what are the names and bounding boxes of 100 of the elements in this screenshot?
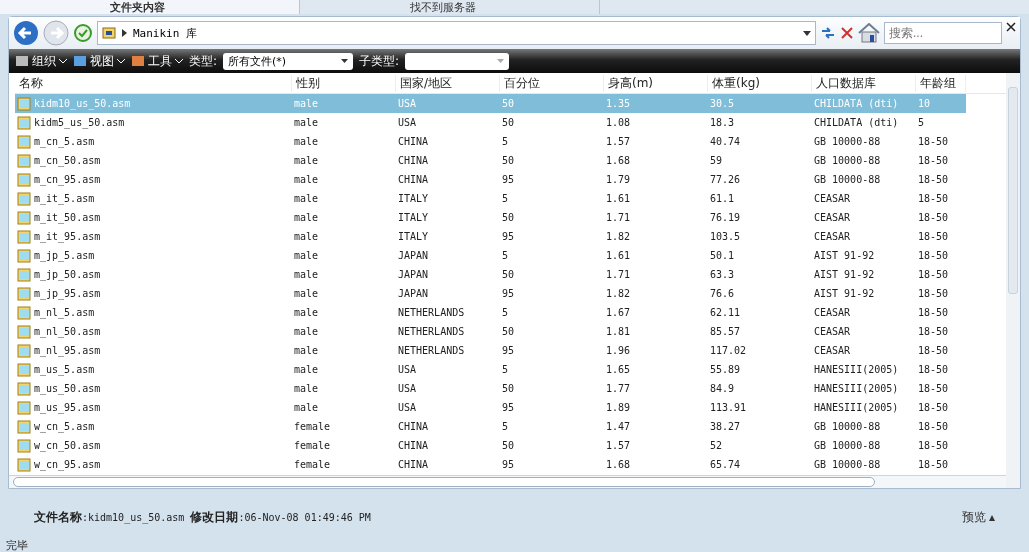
- toolbar-menu[interactable]: 工具: [131, 52, 183, 70]
- table-cell: male: [294, 231, 319, 242]
- file-row[interactable]: kidm5_us_50.asm male USA 50 1.08 18.3 CHILDATA (dti) 5: [15, 113, 966, 132]
- table-cell: 18-50: [918, 288, 949, 299]
- browser-tab[interactable]: 文件夹内容: [0, 0, 300, 14]
- type-dropdown[interactable]: 所有文件(*): [223, 52, 354, 70]
- toolbar-menu[interactable]: 组织: [15, 52, 67, 70]
- column-header[interactable]: 百分位: [500, 74, 604, 92]
- swap-icon[interactable]: [820, 25, 836, 41]
- file-row[interactable]: m_us_95.asm male USA 95 1.89 113.91 HANESIII(2005) 18-50: [15, 398, 966, 417]
- table-cell: m_jp_95.asm: [34, 288, 101, 299]
- file-row[interactable]: m_jp_95.asm male JAPAN 95 1.82 76.6 AIST 91-92 18-50: [15, 284, 966, 303]
- file-icon: [17, 96, 31, 111]
- file-icon: [17, 457, 31, 472]
- vertical-scrollbar[interactable]: [1006, 73, 1020, 488]
- table-cell: 65.74: [710, 459, 741, 470]
- close-icon[interactable]: [1006, 22, 1016, 32]
- table-cell: 18-50: [918, 136, 949, 147]
- table-cell: JAPAN: [398, 288, 429, 299]
- file-row[interactable]: m_cn_50.asm male CHINA 50 1.68 59 GB 10000-88 18-50: [15, 151, 966, 170]
- table-cell: 95: [502, 174, 515, 185]
- table-cell: 1.65: [606, 364, 631, 375]
- table-cell: m_it_50.asm: [34, 212, 101, 223]
- file-row[interactable]: w_cn_50.asm female CHINA 50 1.57 52 GB 10000-88 18-50: [15, 436, 966, 455]
- file-row[interactable]: w_cn_5.asm female CHINA 5 1.47 38.27 GB 10000-88 18-50: [15, 417, 966, 436]
- table-cell: 84.9: [710, 383, 735, 394]
- table-cell: 1.57: [606, 440, 631, 451]
- table-cell: 18-50: [918, 459, 949, 470]
- table-cell: JAPAN: [398, 269, 429, 280]
- column-header[interactable]: 国家/地区: [396, 74, 500, 92]
- file-icon: [17, 267, 31, 282]
- preview-button[interactable]: 预览 ▴: [956, 507, 1001, 527]
- file-row[interactable]: m_it_5.asm male ITALY 5 1.61 61.1 CEASAR 18-50: [15, 189, 966, 208]
- search-field[interactable]: 搜索...: [884, 22, 1002, 44]
- column-header[interactable]: 年龄组: [916, 74, 966, 92]
- column-header[interactable]: 体重(kg): [708, 74, 812, 92]
- column-header[interactable]: 名称: [15, 74, 292, 92]
- table-cell: 1.08: [606, 117, 631, 128]
- table-cell: 50: [502, 440, 515, 451]
- table-cell: CHINA: [398, 136, 429, 147]
- table-cell: 1.77: [606, 383, 631, 394]
- dropdown-icon[interactable]: [803, 30, 811, 36]
- file-row[interactable]: w_cn_95.asm female CHINA 95 1.68 65.74 GB 10000-88 18-50: [15, 455, 966, 474]
- table-cell: 1.71: [606, 212, 631, 223]
- table-cell: CEASAR: [814, 345, 851, 356]
- table-cell: m_us_5.asm: [34, 364, 95, 375]
- toolbar-menu[interactable]: 视图: [73, 52, 125, 70]
- table-cell: GB 10000-88: [814, 155, 881, 166]
- file-row[interactable]: m_nl_5.asm male NETHERLANDS 5 1.67 62.11 CEASAR 18-50: [15, 303, 966, 322]
- table-cell: 5: [502, 421, 509, 432]
- table-cell: HANESIII(2005): [814, 383, 899, 394]
- file-row[interactable]: m_it_95.asm male ITALY 95 1.82 103.5 CEASAR 18-50: [15, 227, 966, 246]
- file-row[interactable]: m_jp_50.asm male JAPAN 50 1.71 63.3 AIST 91-92 18-50: [15, 265, 966, 284]
- table-cell: CEASAR: [814, 326, 851, 337]
- table-cell: kidm10_us_50.asm: [34, 98, 131, 109]
- table-cell: 18-50: [918, 231, 949, 242]
- file-icon: [17, 362, 31, 377]
- address-field[interactable]: Manikin 库: [97, 21, 816, 45]
- table-cell: male: [294, 136, 319, 147]
- table-cell: USA: [398, 117, 417, 128]
- table-cell: 1.96: [606, 345, 631, 356]
- horizontal-scrollbar[interactable]: [9, 475, 1006, 488]
- file-row[interactable]: m_jp_5.asm male JAPAN 5 1.61 50.1 AIST 91-92 18-50: [15, 246, 966, 265]
- file-row[interactable]: m_it_50.asm male ITALY 50 1.71 76.19 CEASAR 18-50: [15, 208, 966, 227]
- file-row[interactable]: m_nl_95.asm male NETHERLANDS 95 1.96 117.02 CEASAR 18-50: [15, 341, 966, 360]
- table-cell: 18-50: [918, 383, 949, 394]
- file-row[interactable]: m_cn_5.asm male CHINA 5 1.57 40.74 GB 10000-88 18-50: [15, 132, 966, 151]
- table-cell: 5: [502, 250, 509, 261]
- file-row[interactable]: m_us_5.asm male USA 5 1.65 55.89 HANESIII(2005) 18-50: [15, 360, 966, 379]
- table-cell: 18-50: [918, 212, 949, 223]
- table-cell: m_cn_50.asm: [34, 155, 101, 166]
- table-cell: HANESIII(2005): [814, 364, 899, 375]
- table-cell: 10: [918, 98, 931, 109]
- table-cell: male: [294, 326, 319, 337]
- file-row[interactable]: m_us_50.asm male USA 50 1.77 84.9 HANESIII(2005) 18-50: [15, 379, 966, 398]
- table-cell: 18-50: [918, 421, 949, 432]
- table-cell: female: [294, 440, 331, 451]
- file-icon: [17, 115, 31, 130]
- table-cell: 18-50: [918, 345, 949, 356]
- column-header[interactable]: 人口数据库: [812, 74, 916, 92]
- column-header[interactable]: 性别: [292, 74, 396, 92]
- file-row[interactable]: m_nl_50.asm male NETHERLANDS 50 1.81 85.57 CEASAR 18-50: [15, 322, 966, 341]
- table-cell: m_cn_5.asm: [34, 136, 95, 147]
- table-cell: 50: [502, 98, 515, 109]
- home-icon[interactable]: [858, 23, 880, 43]
- column-header[interactable]: 身高(m): [604, 74, 708, 92]
- table-cell: 1.35: [606, 98, 631, 109]
- file-icon: [17, 153, 31, 168]
- file-icon: [17, 210, 31, 225]
- subtype-dropdown[interactable]: [405, 52, 510, 70]
- dropdown-icon: [497, 59, 505, 63]
- table-cell: male: [294, 193, 319, 204]
- back-icon[interactable]: [13, 20, 39, 46]
- table-cell: 62.11: [710, 307, 741, 318]
- file-icon: [17, 381, 31, 396]
- table-cell: 18-50: [918, 193, 949, 204]
- table-cell: 18-50: [918, 250, 949, 261]
- file-row[interactable]: m_cn_95.asm male CHINA 95 1.79 77.26 GB 10000-88 18-50: [15, 170, 966, 189]
- table-cell: m_cn_95.asm: [34, 174, 101, 185]
- file-icon: [17, 400, 31, 415]
